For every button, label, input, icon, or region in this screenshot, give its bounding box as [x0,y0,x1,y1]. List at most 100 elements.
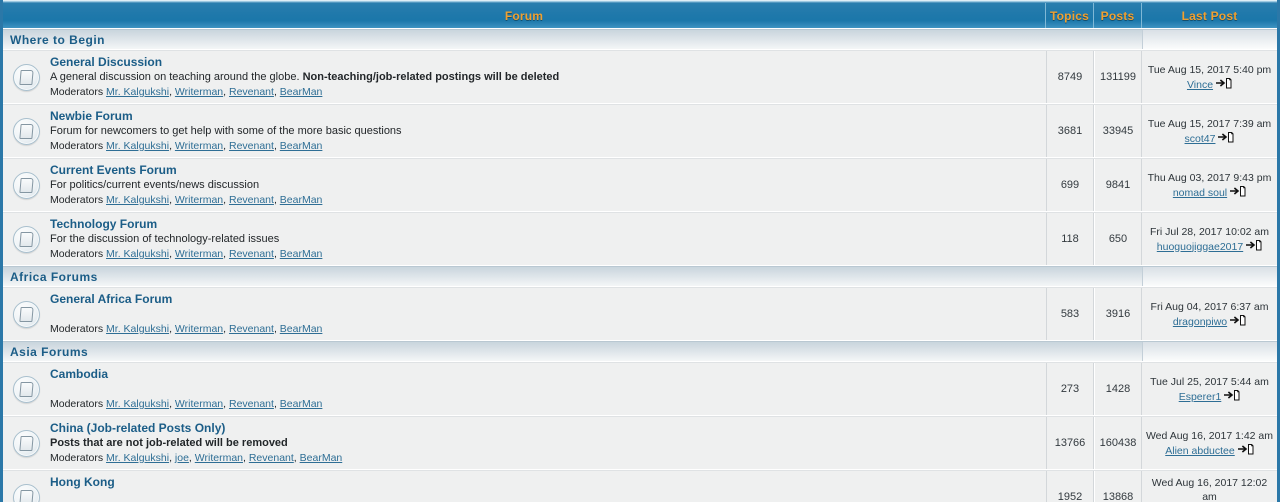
moderator-link[interactable]: Writerman [175,398,223,410]
last-post-author-link[interactable]: Esperer1 [1179,391,1222,403]
last-post-author-link[interactable]: nomad soul [1173,187,1227,199]
forum-folder-icon[interactable] [13,171,40,199]
moderator-link[interactable]: Writerman [175,248,223,260]
goto-last-post-icon[interactable] [1229,185,1246,197]
moderator-link[interactable]: Mr. Kalgukshi [106,194,169,206]
moderator-link[interactable]: Writerman [175,194,223,206]
forum-folder-icon[interactable] [13,117,40,145]
forum-last-post-cell: Tue Aug 15, 2017 7:39 am scot47 [1142,105,1277,157]
goto-last-post-button[interactable] [1245,239,1262,255]
forum-folder-icon[interactable] [13,63,40,91]
last-post-author-link[interactable]: dragonpiwo [1173,316,1227,328]
last-post-date: Tue Aug 15, 2017 7:39 am [1147,117,1272,130]
moderator-link[interactable]: Mr. Kalgukshi [106,86,169,98]
forum-title-link[interactable]: Cambodia [50,367,1040,381]
goto-last-post-button[interactable] [1236,443,1254,459]
forum-moderators: Moderators Mr. Kalgukshi, Writerman, Rev… [50,323,323,335]
forum-description [50,490,1040,502]
last-post-date: Wed Aug 16, 2017 12:02 am [1151,476,1268,502]
forum-row[interactable]: General Africa Forum Moderators Mr. Kalg… [3,287,1277,341]
forum-posts-count: 33945 [1094,105,1142,157]
goto-last-post-icon[interactable] [1245,239,1262,251]
moderators-label: Moderators [50,86,104,98]
forum-folder-icon[interactable] [13,483,40,502]
forum-title-link[interactable]: General Africa Forum [50,292,1040,306]
forum-moderators: Moderators Mr. Kalgukshi, Writerman, Rev… [50,398,323,410]
column-header-last-post: Last Post [1181,8,1238,23]
forum-title-link[interactable]: Newbie Forum [50,109,1040,123]
moderator-link[interactable]: Writerman [195,452,243,464]
forum-title-link[interactable]: China (Job-related Posts Only) [50,421,1040,435]
moderator-link[interactable]: Revenant [229,194,274,206]
moderator-link[interactable]: BearMan [280,248,323,260]
forum-title-link[interactable]: Technology Forum [50,217,1040,231]
goto-last-post-icon[interactable] [1236,443,1254,455]
forum-folder-icon[interactable] [13,225,40,253]
last-post-author-link[interactable]: huoguojiggae2017 [1157,241,1243,253]
category-header: Asia Forums [3,341,1277,362]
forum-last-post-cell: Wed Aug 16, 2017 12:02 am GHL [1142,471,1277,502]
forum-title-link[interactable]: Hong Kong [50,475,1040,489]
forum-icon-cell [3,159,50,211]
forum-folder-icon[interactable] [13,375,40,403]
moderator-link[interactable]: Mr. Kalgukshi [106,140,169,152]
moderator-link[interactable]: Revenant [229,323,274,335]
moderator-link[interactable]: Revenant [229,86,274,98]
moderator-link[interactable]: BearMan [280,194,323,206]
goto-last-post-icon[interactable] [1229,314,1246,326]
forum-title-link[interactable]: Current Events Forum [50,163,1040,177]
forum-info-cell: Hong Kong Moderators Mr. Kalgukshi, Writ… [50,471,1046,502]
forum-folder-icon[interactable] [13,300,40,328]
forum-row[interactable]: General Discussion A general discussion … [3,50,1277,104]
moderator-link[interactable]: Mr. Kalgukshi [106,452,169,464]
forum-description [50,307,1040,321]
goto-last-post-icon[interactable] [1223,389,1240,401]
forum-folder-icon[interactable] [13,429,40,457]
last-post-author-line: nomad soul [1173,185,1246,200]
moderator-link[interactable]: Revenant [229,248,274,260]
moderator-link[interactable]: Revenant [249,452,294,464]
moderator-link[interactable]: Revenant [229,140,274,152]
forum-index-page: Forum Topics Posts Last Post Where to Be… [0,0,1280,502]
moderator-link[interactable]: Revenant [229,398,274,410]
moderator-link[interactable]: BearMan [280,140,323,152]
moderator-link[interactable]: Writerman [175,323,223,335]
moderator-link[interactable]: BearMan [300,452,343,464]
last-post-author-link[interactable]: Vince [1187,79,1213,91]
moderator-link[interactable]: Writerman [175,86,223,98]
forum-topics-count: 118 [1046,213,1094,265]
moderator-link[interactable]: joe [175,452,189,464]
last-post-date: Tue Jul 25, 2017 5:44 am [1150,375,1269,388]
last-post-author-link[interactable]: scot47 [1185,133,1216,145]
goto-last-post-button[interactable] [1229,314,1246,330]
goto-last-post-icon[interactable] [1215,77,1232,89]
moderator-link[interactable]: BearMan [280,323,323,335]
forum-last-post-cell: Tue Aug 15, 2017 5:40 pm Vince [1142,51,1277,103]
goto-last-post-button[interactable] [1215,77,1232,93]
forum-row[interactable]: Current Events Forum For politics/curren… [3,158,1277,212]
goto-last-post-button[interactable] [1223,389,1240,405]
moderator-link[interactable]: Mr. Kalgukshi [106,398,169,410]
forum-row[interactable]: Cambodia Moderators Mr. Kalgukshi, Write… [3,362,1277,416]
moderator-link[interactable]: BearMan [280,86,323,98]
goto-last-post-button[interactable] [1217,131,1234,147]
moderator-link[interactable]: Writerman [175,140,223,152]
forum-title-link[interactable]: General Discussion [50,55,1040,69]
moderators-label: Moderators [50,140,104,152]
forum-row[interactable]: Technology Forum For the discussion of t… [3,212,1277,266]
moderator-link[interactable]: Mr. Kalgukshi [106,323,169,335]
forum-topics-count: 3681 [1046,105,1094,157]
forum-row[interactable]: China (Job-related Posts Only) Posts tha… [3,416,1277,470]
forum-moderators: Moderators Mr. Kalgukshi, Writerman, Rev… [50,248,323,260]
last-post-author-link[interactable]: Alien abductee [1165,445,1234,457]
forum-posts-count: 3916 [1094,288,1142,340]
goto-last-post-icon[interactable] [1217,131,1234,143]
forum-description: Forum for newcomers to get help with som… [50,125,402,137]
forum-topics-count: 8749 [1046,51,1094,103]
forum-row[interactable]: Newbie Forum Forum for newcomers to get … [3,104,1277,158]
forum-info-cell: Technology Forum For the discussion of t… [50,213,1046,265]
forum-row[interactable]: Hong Kong Moderators Mr. Kalgukshi, Writ… [3,470,1277,502]
goto-last-post-button[interactable] [1229,185,1246,201]
moderator-link[interactable]: Mr. Kalgukshi [106,248,169,260]
moderator-link[interactable]: BearMan [280,398,323,410]
